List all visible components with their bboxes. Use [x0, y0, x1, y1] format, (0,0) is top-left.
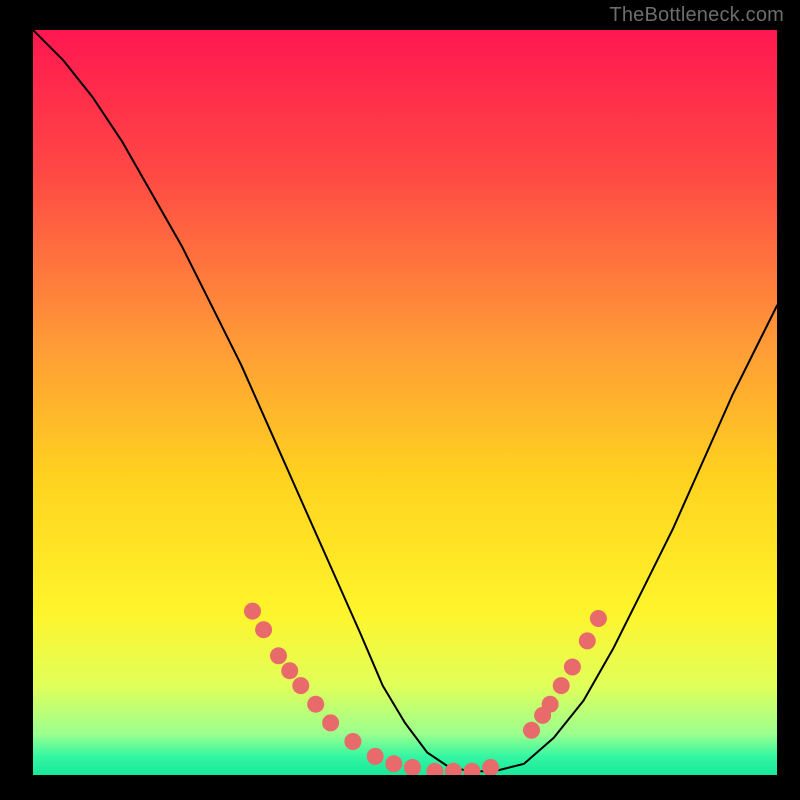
curve-marker — [482, 759, 499, 775]
curve-marker — [385, 755, 402, 772]
curve-marker — [292, 677, 309, 694]
curve-marker — [564, 659, 581, 676]
curve-marker — [553, 677, 570, 694]
curve-marker — [244, 603, 261, 620]
curve-marker — [590, 610, 607, 627]
curve-marker — [579, 632, 596, 649]
curve-marker — [344, 733, 361, 750]
curve-marker — [270, 647, 287, 664]
curve-marker — [255, 621, 272, 638]
curve-marker — [426, 763, 443, 775]
chart-svg — [33, 30, 777, 775]
chart-plot-area — [33, 30, 777, 775]
curve-marker — [523, 722, 540, 739]
curve-marker — [464, 763, 481, 775]
watermark-text: TheBottleneck.com — [609, 4, 784, 27]
curve-marker — [281, 662, 298, 679]
curve-marker — [367, 748, 384, 765]
curve-marker — [404, 759, 421, 775]
curve-marker — [322, 714, 339, 731]
curve-marker — [445, 763, 462, 775]
outer-frame: TheBottleneck.com — [0, 0, 800, 800]
curve-marker — [307, 696, 324, 713]
bottleneck-curve — [33, 30, 777, 771]
curve-marker — [542, 696, 559, 713]
